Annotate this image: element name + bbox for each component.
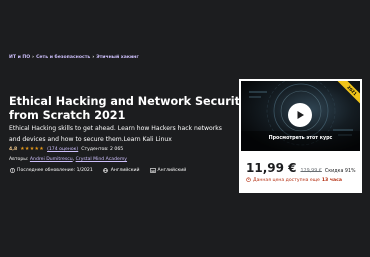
course-title: Ethical Hacking and Network Security fro…: [9, 95, 248, 122]
alert-badge-icon: [9, 167, 15, 173]
rating-row: 4,8 ★★★★★ (174 оценок) Студентов: 2 065: [9, 146, 123, 152]
purchase-sidebar: 2021 Просмотреть этот курс 11,99 € 129,9…: [239, 79, 362, 193]
current-price: 11,99 €: [246, 161, 297, 175]
course-subtitle-line-2: and devices and how to secure them.Learn…: [9, 135, 172, 143]
closed-captions-icon: [149, 167, 156, 173]
globe-icon: [103, 167, 109, 173]
price-deadline: Данная цена доступна еще 13 часа: [246, 177, 342, 184]
play-button[interactable]: [288, 103, 312, 127]
play-icon: [297, 111, 304, 119]
breadcrumb: ИТ и ПО › Сеть и безопасность › Этичный хаки…: [9, 55, 139, 60]
course-language-text: Английский: [110, 167, 140, 173]
authors-row: Авторы: Andrei Dumitrescu, Crystal Mind …: [9, 157, 127, 162]
breadcrumb-separator: ›: [32, 55, 35, 60]
deadline-text: Данная цена доступна еще: [253, 178, 320, 183]
author-link-andrei[interactable]: Andrei Dumitrescu: [30, 157, 73, 162]
price-row: 11,99 € 129,99 € Скидка 91%: [246, 161, 356, 175]
deadline-hours: 13 часа: [321, 178, 342, 183]
breadcrumb-separator: ›: [92, 55, 95, 60]
course-subtitle: Ethical Hacking skills to get ahead. Lea…: [9, 124, 239, 145]
course-captions: Английский: [149, 167, 187, 173]
course-preview[interactable]: 2021 Просмотреть этот курс: [241, 81, 360, 151]
author-link-crystal-mind[interactable]: Crystal Mind Academy: [76, 157, 127, 162]
star-rating-icon: ★★★★★: [20, 146, 45, 152]
course-title-line-1: Ethical Hacking and Network Security: [9, 95, 248, 108]
authors-label: Авторы:: [9, 157, 29, 162]
course-captions-text: Английский: [157, 167, 187, 173]
ratings-count-link[interactable]: (174 оценок): [47, 147, 78, 152]
breadcrumb-item-network-security[interactable]: Сеть и безопасность: [36, 55, 90, 60]
original-price: 129,99 €: [300, 169, 322, 174]
alarm-clock-icon: [246, 177, 251, 184]
breadcrumb-item-it[interactable]: ИТ и ПО: [9, 55, 30, 60]
discount-percent: Скидка 91%: [324, 169, 356, 174]
last-updated-text: Последнее обновление: 1/2021: [17, 167, 93, 173]
course-meta-row: Последнее обновление: 1/2021 Английский …: [9, 167, 196, 173]
breadcrumb-item-ethical-hacking[interactable]: Этичный хакинг: [96, 55, 139, 60]
course-title-line-2: from Scratch 2021: [9, 108, 126, 122]
course-subtitle-line-1: Ethical Hacking skills to get ahead. Lea…: [9, 125, 222, 132]
course-language: Английский: [103, 167, 140, 173]
preview-course-label[interactable]: Просмотреть этот курс: [241, 136, 360, 141]
last-updated: Последнее обновление: 1/2021: [9, 167, 93, 173]
course-landing-page: ИТ и ПО › Сеть и безопасность › Этичный хаки…: [0, 0, 370, 257]
rating-value: 4,8: [9, 146, 18, 152]
students-count: Студентов: 2 065: [81, 146, 124, 152]
